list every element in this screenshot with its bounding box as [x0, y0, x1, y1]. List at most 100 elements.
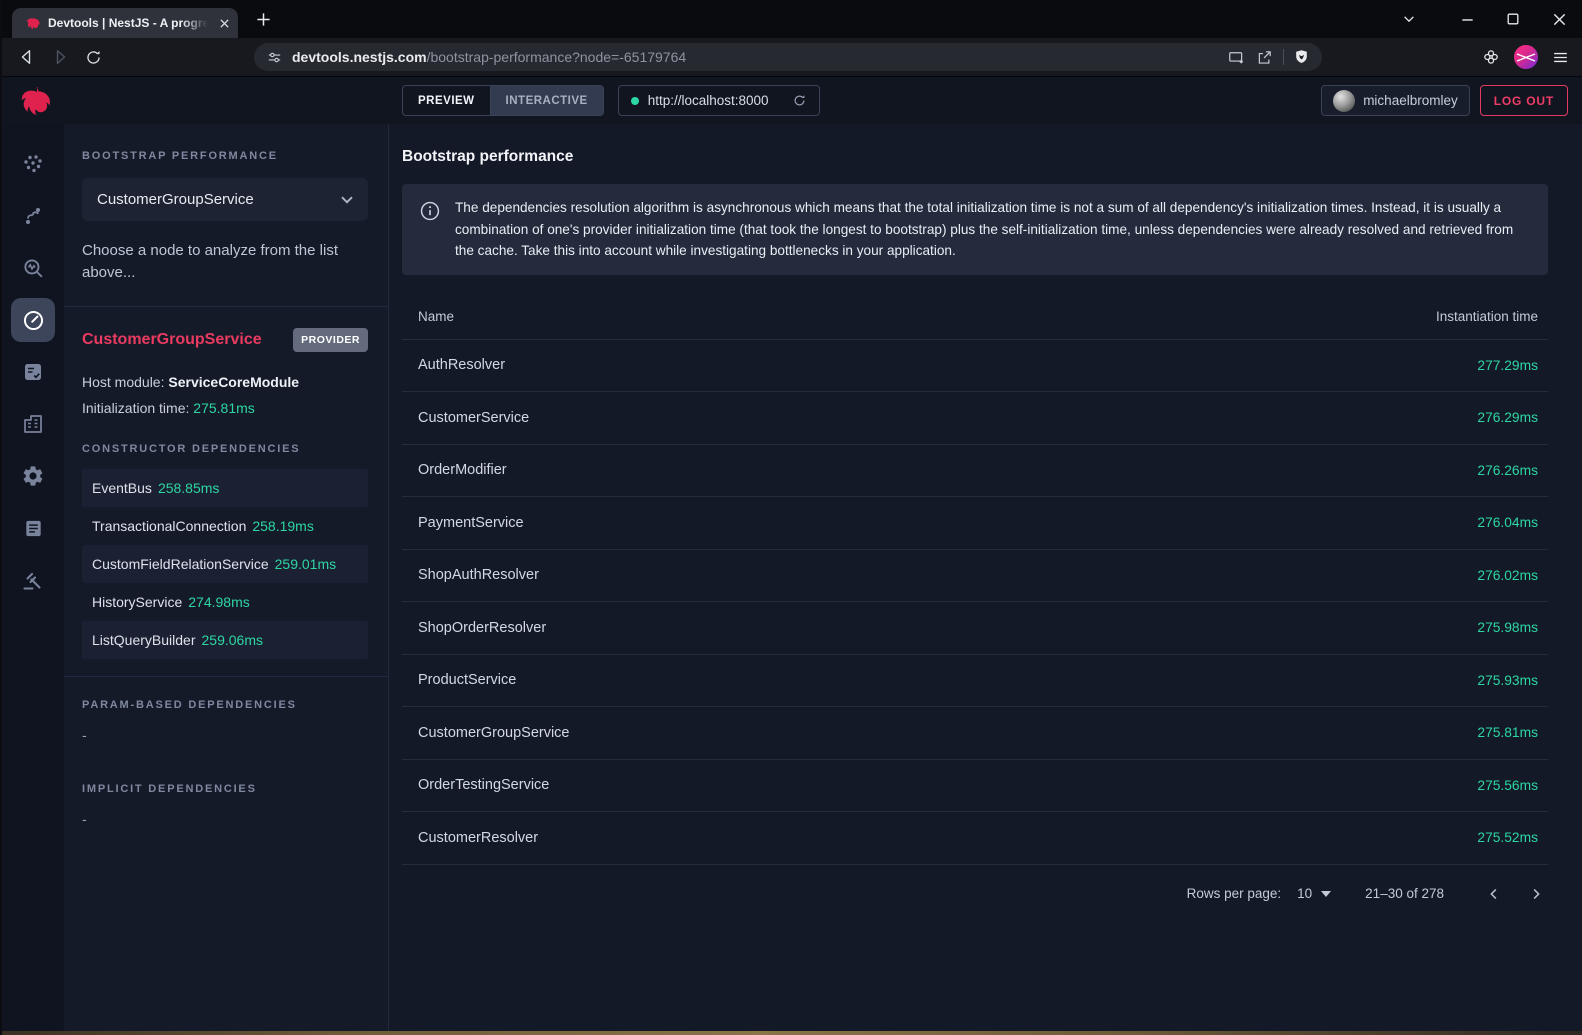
- send-to-device-button[interactable]: [1227, 48, 1246, 67]
- url-host: devtools.nestjs.com: [292, 49, 427, 65]
- table-row[interactable]: ProductService275.93ms: [402, 655, 1548, 708]
- table-row[interactable]: OrderTestingService275.56ms: [402, 760, 1548, 813]
- reload-button[interactable]: [80, 44, 106, 70]
- maximize-button[interactable]: [1490, 0, 1536, 38]
- dep-item[interactable]: EventBus258.85ms: [82, 469, 368, 507]
- browser-toolbar: devtools.nestjs.com/bootstrap-performanc…: [2, 38, 1582, 76]
- rows-per-page-select[interactable]: 10: [1297, 886, 1331, 901]
- logout-button[interactable]: LOG OUT: [1480, 85, 1568, 116]
- chevron-down-icon: [341, 196, 353, 204]
- refresh-target-button[interactable]: [792, 93, 807, 108]
- sidebar-item-gavel[interactable]: [11, 558, 55, 602]
- implicit-deps-empty: -: [82, 811, 368, 827]
- browser-menu-button[interactable]: [1551, 48, 1570, 67]
- browser-tab[interactable]: Devtools | NestJS - A progressive: [12, 8, 238, 38]
- sidebar-item-settings[interactable]: [11, 454, 55, 498]
- row-time: 276.04ms: [1477, 515, 1538, 530]
- username: michaelbromley: [1363, 93, 1458, 108]
- extensions-icon: [1481, 47, 1501, 67]
- sidebar-item-graph[interactable]: [11, 142, 55, 186]
- table-row[interactable]: CustomerGroupService275.81ms: [402, 707, 1548, 760]
- previous-page-button[interactable]: [1482, 882, 1506, 906]
- minimize-icon: [1460, 12, 1475, 27]
- row-name: OrderTestingService: [418, 777, 549, 793]
- nestjs-favicon: [24, 15, 40, 31]
- share-icon: [1255, 48, 1274, 67]
- minimize-button[interactable]: [1444, 0, 1490, 38]
- preview-tab[interactable]: PREVIEW: [403, 86, 490, 115]
- row-time: 275.52ms: [1477, 830, 1538, 845]
- tab-close-icon[interactable]: [219, 18, 230, 29]
- row-name: ShopAuthResolver: [418, 567, 539, 583]
- user-chip[interactable]: michaelbromley: [1321, 85, 1470, 116]
- dep-item[interactable]: HistoryService274.98ms: [82, 583, 368, 621]
- forward-arrow-icon: [50, 47, 70, 67]
- brave-shield-icon: [1293, 48, 1310, 66]
- init-time-value: 275.81ms: [193, 400, 254, 416]
- sidebar-item-modules[interactable]: [11, 402, 55, 446]
- table-row[interactable]: OrderModifier276.26ms: [402, 445, 1548, 498]
- main-content: Bootstrap performance The dependencies r…: [389, 124, 1582, 1031]
- toolbar-right-group: [1481, 45, 1570, 69]
- page-title: Bootstrap performance: [402, 148, 1548, 166]
- tab-search-button[interactable]: [1386, 0, 1432, 38]
- param-deps-title: PARAM-BASED DEPENDENCIES: [82, 699, 368, 711]
- row-time: 275.98ms: [1477, 620, 1538, 635]
- table-row[interactable]: ShopOrderResolver275.98ms: [402, 602, 1548, 655]
- address-bar[interactable]: devtools.nestjs.com/bootstrap-performanc…: [254, 43, 1322, 71]
- init-time-label: Initialization time:: [82, 400, 193, 416]
- node-select[interactable]: CustomerGroupService: [82, 178, 368, 221]
- table-row[interactable]: AuthResolver 277.29ms: [402, 340, 1548, 393]
- table-row[interactable]: CustomerService 276.29ms: [402, 392, 1548, 445]
- dep-time: 258.19ms: [252, 518, 313, 534]
- constructor-deps-title: CONSTRUCTOR DEPENDENCIES: [82, 443, 368, 455]
- row-name: CustomerResolver: [418, 830, 538, 846]
- sidebar-item-docs[interactable]: [11, 506, 55, 550]
- row-name: CustomerGroupService: [418, 725, 570, 741]
- row-time: 276.29ms: [1477, 410, 1538, 425]
- desktop-edge: [2, 1031, 1582, 1035]
- search-insights-icon: [21, 256, 46, 281]
- next-page-button[interactable]: [1524, 882, 1548, 906]
- brave-shield-button[interactable]: [1293, 48, 1310, 66]
- send-to-device-icon: [1227, 48, 1246, 67]
- host-module-value: ServiceCoreModule: [168, 374, 299, 390]
- url-text: devtools.nestjs.com/bootstrap-performanc…: [292, 49, 1218, 65]
- info-icon: [419, 200, 441, 222]
- browser-profile-button[interactable]: [1514, 45, 1538, 69]
- forward-button[interactable]: [47, 44, 73, 70]
- hamburger-menu-icon: [1551, 48, 1570, 67]
- back-button[interactable]: [14, 44, 40, 70]
- new-tab-button[interactable]: [256, 12, 271, 27]
- gauge-icon: [21, 308, 46, 333]
- row-name: CustomerService: [418, 410, 529, 426]
- table-row[interactable]: CustomerResolver 275.52ms: [402, 812, 1548, 865]
- dep-name: CustomFieldRelationService: [92, 556, 269, 572]
- nestjs-logo: [15, 83, 51, 119]
- dep-item[interactable]: TransactionalConnection258.19ms: [82, 507, 368, 545]
- panel-divider: [64, 676, 388, 677]
- host-module-label: Host module:: [82, 374, 168, 390]
- sidebar-item-bootstrap-performance[interactable]: [11, 298, 55, 342]
- row-time: 277.29ms: [1477, 358, 1538, 373]
- share-button[interactable]: [1255, 48, 1274, 67]
- extensions-button[interactable]: [1481, 47, 1501, 67]
- row-name: AuthResolver: [418, 357, 505, 373]
- table-row[interactable]: PaymentService276.04ms: [402, 497, 1548, 550]
- dep-name: ListQueryBuilder: [92, 632, 196, 648]
- implicit-deps-title: IMPLICIT DEPENDENCIES: [82, 783, 368, 795]
- sidebar-item-insights[interactable]: [11, 246, 55, 290]
- provider-badge: PROVIDER: [293, 328, 368, 352]
- sidebar-item-routes[interactable]: [11, 194, 55, 238]
- dep-item[interactable]: ListQueryBuilder259.06ms: [82, 621, 368, 659]
- interactive-tab[interactable]: INTERACTIVE: [490, 86, 603, 115]
- table-row[interactable]: ShopAuthResolver276.02ms: [402, 550, 1548, 603]
- modules-building-icon: [21, 412, 45, 436]
- target-url-box[interactable]: http://localhost:8000: [618, 85, 820, 116]
- dep-item[interactable]: CustomFieldRelationService259.01ms: [82, 545, 368, 583]
- close-window-button[interactable]: [1536, 0, 1582, 38]
- sidebar-item-checklist[interactable]: [11, 350, 55, 394]
- gavel-icon: [21, 568, 45, 592]
- browser-window: Devtools | NestJS - A progressive: [0, 0, 1582, 1035]
- browser-tab-bar: Devtools | NestJS - A progressive: [2, 0, 1582, 38]
